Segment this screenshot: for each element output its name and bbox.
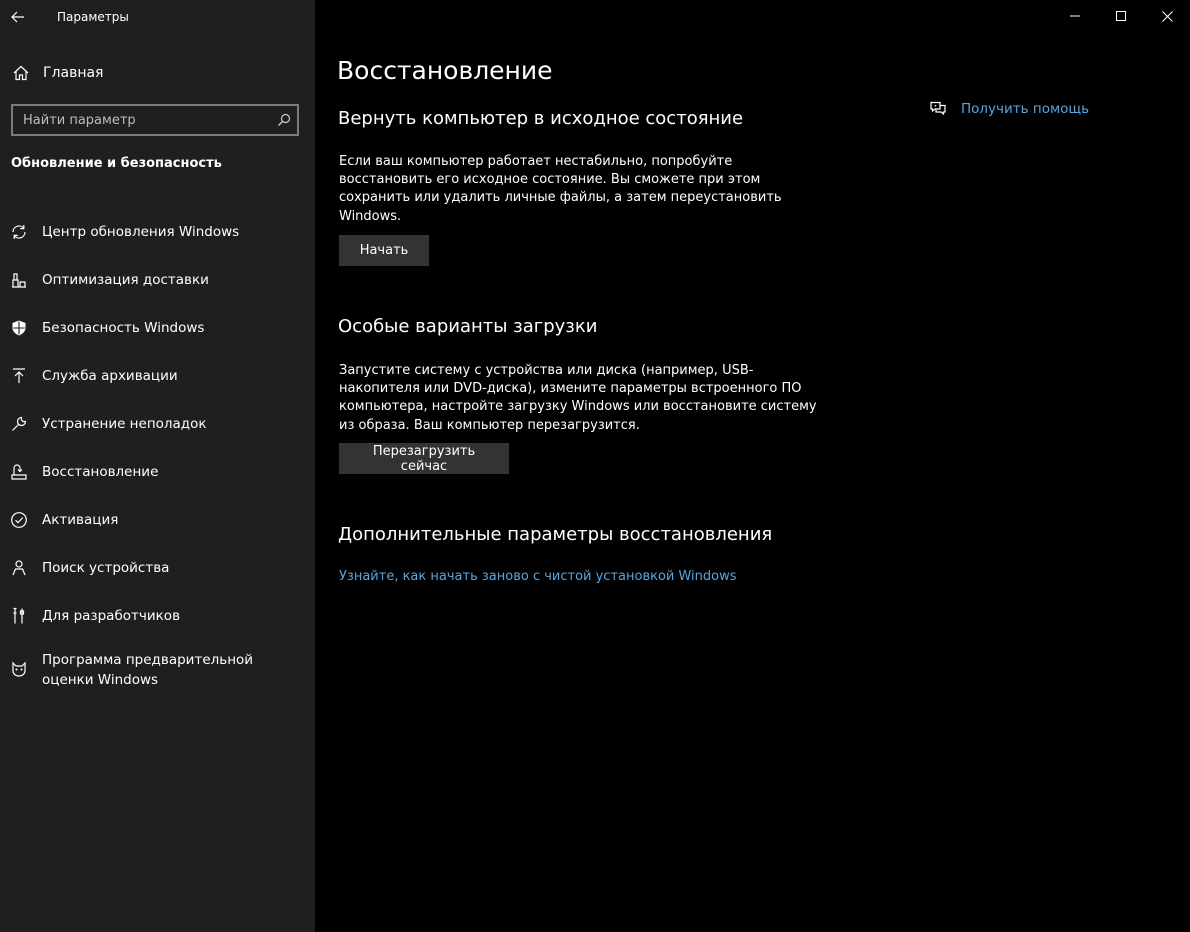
page-title: Восстановление (337, 56, 553, 85)
advanced-startup-text-line: из образа. Ваш компьютер перезагрузится. (339, 417, 640, 433)
sidebar-item-label: Поиск устройства (42, 560, 170, 576)
sidebar-item-backup[interactable]: Служба архивации (0, 352, 315, 400)
titlebar-left: Параметры (0, 0, 315, 34)
reset-start-button[interactable]: Начать (339, 235, 429, 266)
wrench-icon (9, 414, 29, 434)
reset-pc-description: Если ваш компьютер работает нестабильно,… (339, 153, 782, 226)
maximize-button[interactable] (1098, 0, 1144, 32)
close-icon (1161, 10, 1173, 22)
sidebar-item-label: Главная (43, 65, 104, 81)
developer-tools-icon (9, 606, 29, 626)
sidebar-item-label: Центр обновления Windows (42, 224, 240, 240)
reset-pc-heading: Вернуть компьютер в исходное состояние (338, 108, 744, 129)
close-button[interactable] (1144, 0, 1190, 32)
sidebar-item-windows-update[interactable]: Центр обновления Windows (0, 208, 315, 256)
minimize-icon (1070, 15, 1080, 17)
back-arrow-icon (11, 11, 24, 23)
delivery-optimization-icon (9, 270, 29, 290)
sidebar-item-troubleshoot[interactable]: Устранение неполадок (0, 400, 315, 448)
back-button[interactable] (0, 0, 36, 34)
sidebar-item-insider-program[interactable]: Программа предварительной оценки Windows (0, 640, 315, 696)
sidebar-item-label: Оптимизация доставки (42, 272, 209, 288)
reset-pc-text-line: сохранить или удалить личные файлы, а за… (339, 190, 782, 206)
sidebar-item-home[interactable]: Главная (0, 56, 315, 90)
app-title: Параметры (57, 10, 129, 24)
sidebar-nav: Центр обновления Windows Оптимизация дос… (0, 208, 315, 696)
advanced-startup-heading: Особые варианты загрузки (338, 316, 598, 337)
sidebar-item-label: Для разработчиков (42, 608, 181, 624)
help-chat-icon (930, 101, 946, 116)
fresh-start-link[interactable]: Узнайте, как начать заново с чистой уста… (339, 569, 737, 584)
main-content: Восстановление Получить помощь Вернуть к… (315, 0, 1190, 932)
sidebar-item-label: Активация (42, 512, 119, 528)
recovery-icon (9, 462, 29, 482)
search-input[interactable] (13, 106, 271, 134)
person-location-icon (9, 558, 29, 578)
settings-window: Параметры Главная Обновление и безопасно… (0, 0, 1190, 932)
maximize-icon (1116, 11, 1126, 21)
advanced-startup-text-line: компьютера, настройте загрузку Windows и… (339, 399, 817, 415)
get-help-link[interactable]: Получить помощь (929, 100, 1089, 118)
advanced-startup-description: Запустите систему с устройства или диска… (339, 362, 817, 435)
backup-arrow-icon (9, 366, 29, 386)
search-icon[interactable] (271, 106, 297, 134)
sidebar-item-developers[interactable]: Для разработчиков (0, 592, 315, 640)
check-circle-icon (9, 510, 29, 530)
sidebar-item-label: Восстановление (42, 464, 159, 480)
restart-now-button[interactable]: Перезагрузить сейчас (339, 443, 509, 474)
get-help-label: Получить помощь (961, 101, 1090, 117)
sidebar-item-windows-security[interactable]: Безопасность Windows (0, 304, 315, 352)
advanced-startup-text-line: Запустите систему с устройства или диска… (339, 363, 754, 378)
reset-pc-text-line: Если ваш компьютер работает нестабильно,… (339, 154, 733, 169)
refresh-icon (9, 222, 29, 242)
insider-cat-icon (9, 659, 29, 679)
reset-pc-text-line: Windows. (339, 208, 402, 224)
sidebar-item-label: Служба архивации (42, 368, 178, 384)
reset-pc-text-line: восстановить его исходное состояние. Вы … (339, 172, 761, 188)
sidebar-item-label: Программа предварительной оценки Windows (42, 652, 254, 688)
home-icon (11, 63, 31, 83)
window-caption-buttons (1052, 0, 1190, 32)
shield-icon (9, 318, 29, 338)
more-recovery-options-heading: Дополнительные параметры восстановления (338, 524, 773, 545)
search-box (11, 104, 299, 136)
advanced-startup-text-line: накопителя или DVD-диска), измените пара… (339, 381, 802, 397)
sidebar-item-find-device[interactable]: Поиск устройства (0, 544, 315, 592)
sidebar-item-activation[interactable]: Активация (0, 496, 315, 544)
sidebar-item-delivery-optimization[interactable]: Оптимизация доставки (0, 256, 315, 304)
sidebar-section-title: Обновление и безопасность (11, 156, 222, 171)
sidebar-item-label: Устранение неполадок (42, 416, 207, 432)
sidebar-item-label: Безопасность Windows (42, 320, 205, 336)
minimize-button[interactable] (1052, 0, 1098, 32)
sidebar-item-recovery[interactable]: Восстановление (0, 448, 315, 496)
sidebar: Параметры Главная Обновление и безопасно… (0, 0, 315, 932)
